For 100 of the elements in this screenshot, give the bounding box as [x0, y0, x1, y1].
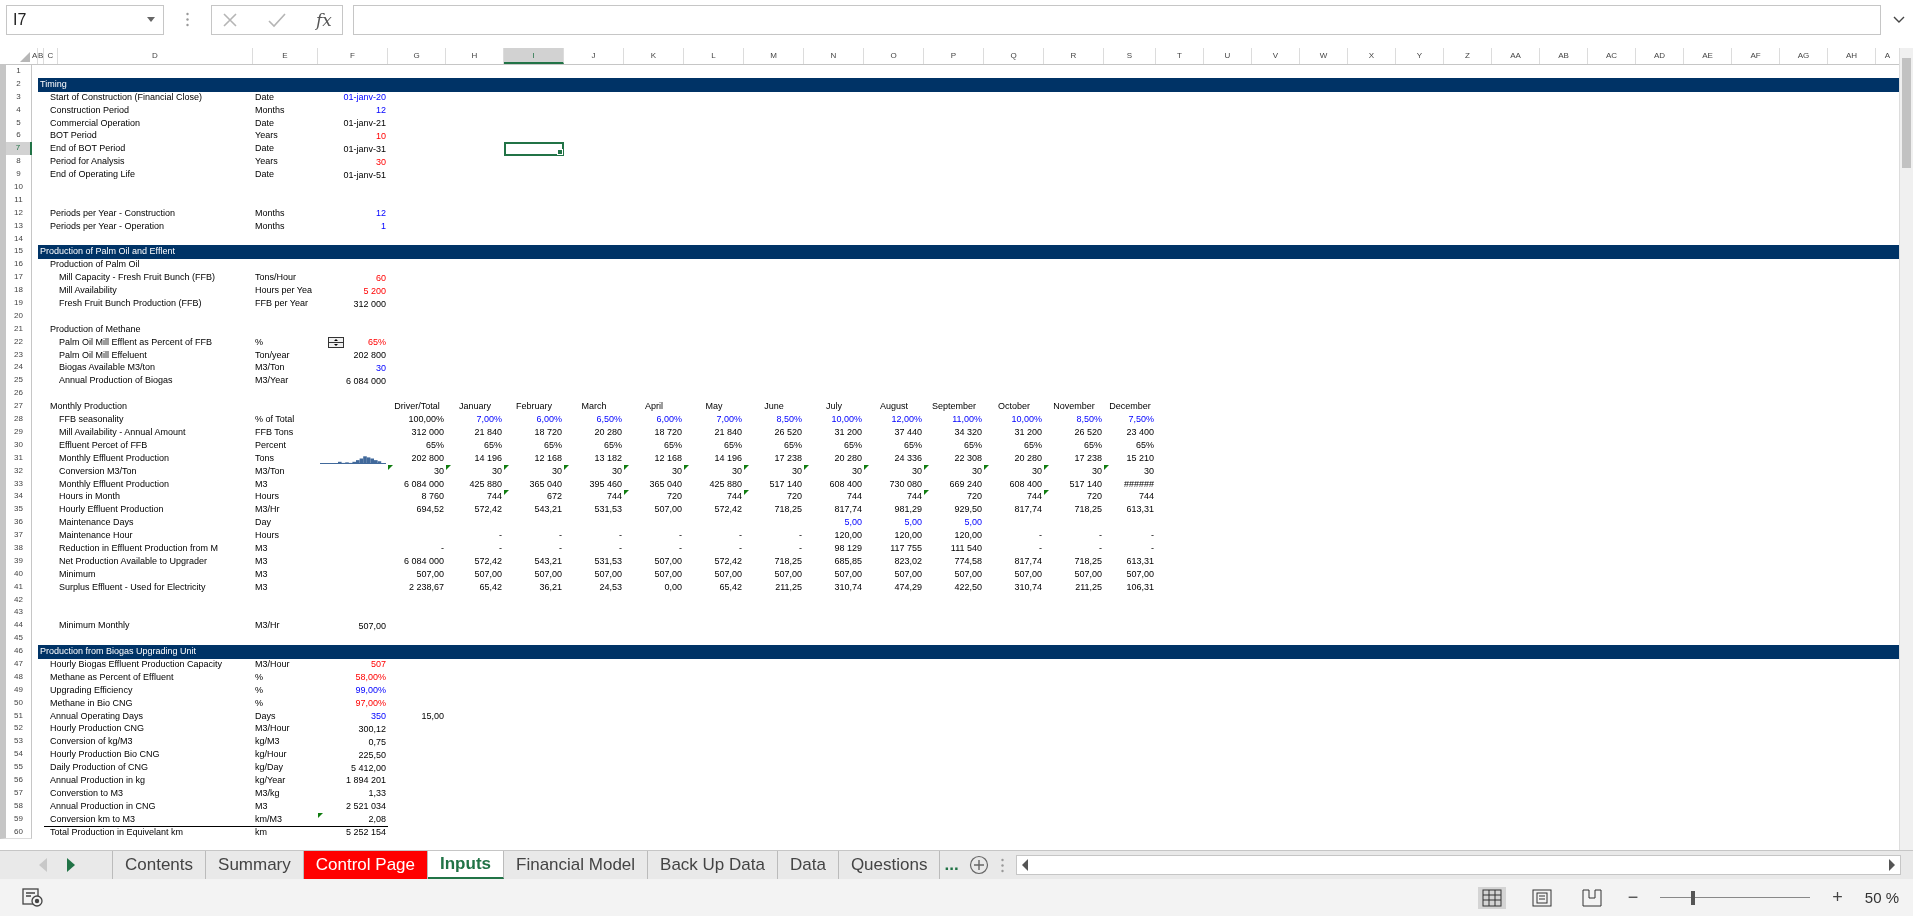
row-header[interactable]: 46: [0, 645, 32, 659]
row-header[interactable]: 1: [0, 65, 32, 79]
row-header[interactable]: 35: [0, 503, 32, 518]
column-header[interactable]: Z: [1444, 48, 1492, 64]
column-header[interactable]: A: [32, 48, 38, 64]
scroll-left-icon[interactable]: [1020, 859, 1029, 871]
scroll-right-icon[interactable]: [1888, 859, 1896, 871]
column-header[interactable]: I: [504, 48, 564, 64]
row-header[interactable]: 54: [0, 748, 32, 763]
vertical-scrollbar[interactable]: [1899, 48, 1913, 850]
row-header[interactable]: 28: [0, 413, 32, 427]
column-header[interactable]: T: [1156, 48, 1204, 64]
more-tabs-button[interactable]: ...: [944, 855, 959, 875]
value-text: 01-janv-21: [343, 117, 386, 130]
zoom-in-button[interactable]: +: [1832, 887, 1843, 908]
spin-button-icon[interactable]: [328, 337, 344, 349]
zoom-out-button[interactable]: −: [1627, 887, 1639, 908]
unit-label: M3/kg: [254, 786, 281, 800]
column-header[interactable]: AF: [1732, 48, 1780, 64]
row-header[interactable]: 34: [0, 490, 32, 505]
drag-handle-icon[interactable]: [1000, 857, 1004, 873]
column-header[interactable]: R: [1044, 48, 1104, 64]
column-header[interactable]: AH: [1828, 48, 1876, 64]
column-header[interactable]: M: [744, 48, 804, 64]
column-header[interactable]: AC: [1588, 48, 1636, 64]
row-header[interactable]: 52: [0, 722, 32, 737]
column-header[interactable]: O: [864, 48, 924, 64]
sheet-tab[interactable]: Inputs: [428, 851, 504, 879]
row-header[interactable]: 25: [0, 374, 32, 389]
value-text: 823,02: [894, 554, 922, 568]
column-header[interactable]: J: [564, 48, 624, 64]
column-header[interactable]: B: [38, 48, 44, 64]
column-header[interactable]: P: [924, 48, 984, 64]
row-header[interactable]: 8: [0, 155, 32, 170]
chevron-down-icon[interactable]: [1893, 15, 1905, 24]
row-header[interactable]: 43: [0, 606, 32, 621]
zoom-slider[interactable]: [1660, 889, 1811, 906]
row-header[interactable]: 7: [0, 142, 32, 157]
column-header[interactable]: D: [58, 48, 253, 64]
value-text: 507,00: [1126, 567, 1154, 581]
column-header[interactable]: K: [624, 48, 684, 64]
column-header[interactable]: Q: [984, 48, 1044, 64]
value-text: 30: [434, 464, 444, 478]
formula-input[interactable]: [352, 4, 1881, 35]
column-header[interactable]: V: [1252, 48, 1300, 64]
name-box[interactable]: I7: [6, 4, 164, 35]
row-label: Total Production in Equivelant km: [49, 825, 185, 839]
column-header[interactable]: U: [1204, 48, 1252, 64]
row-header[interactable]: 36: [0, 516, 32, 531]
row-header[interactable]: 24: [0, 361, 32, 376]
column-header[interactable]: L: [684, 48, 744, 64]
normal-view-button[interactable]: [1477, 886, 1506, 909]
value-text: 817,74: [1014, 554, 1042, 568]
row-header[interactable]: 26: [0, 387, 32, 402]
next-sheet-icon[interactable]: [66, 858, 76, 872]
row-header[interactable]: 15: [0, 245, 32, 260]
column-header[interactable]: S: [1104, 48, 1156, 64]
row-header[interactable]: 19: [0, 297, 32, 311]
sheet-tab[interactable]: Control Page: [303, 851, 428, 879]
zoom-slider-thumb[interactable]: [1691, 890, 1696, 905]
cell-selection-frame[interactable]: [504, 142, 564, 157]
column-header[interactable]: X: [1348, 48, 1396, 64]
column-header[interactable]: AA: [1492, 48, 1540, 64]
drag-handle-icon[interactable]: [186, 12, 189, 27]
row-header[interactable]: 55: [0, 761, 32, 775]
value-text: 744: [906, 490, 922, 504]
value-text: -: [679, 529, 682, 543]
column-header[interactable]: AG: [1780, 48, 1828, 64]
column-header[interactable]: E: [253, 48, 318, 64]
value-text: 744: [846, 490, 862, 504]
row-header[interactable]: 44: [0, 619, 32, 634]
add-sheet-icon[interactable]: [968, 855, 989, 875]
zoom-level[interactable]: 50 %: [1864, 889, 1899, 906]
row-header[interactable]: 16: [0, 258, 32, 273]
check-icon[interactable]: [268, 11, 286, 28]
column-header[interactable]: Y: [1396, 48, 1444, 64]
column-header[interactable]: AB: [1540, 48, 1588, 64]
column-header[interactable]: W: [1300, 48, 1348, 64]
row-header[interactable]: 37: [0, 529, 32, 543]
column-header[interactable]: C: [44, 48, 58, 64]
macro-record-icon[interactable]: [22, 887, 44, 908]
value-text: 507,00: [654, 567, 682, 581]
row-header[interactable]: 10: [0, 181, 32, 195]
column-header[interactable]: G: [388, 48, 446, 64]
value-text: -: [799, 541, 802, 555]
row-header[interactable]: 27: [0, 400, 32, 415]
row-header[interactable]: 45: [0, 632, 32, 647]
column-header[interactable]: N: [804, 48, 864, 64]
section-header: Production from Biogas Upgrading Unit: [38, 645, 1899, 659]
insert-function-button[interactable]: fx: [316, 9, 332, 30]
value-text: 30: [972, 464, 982, 478]
horizontal-scrollbar[interactable]: [1015, 855, 1901, 875]
row-header[interactable]: 53: [0, 735, 32, 750]
row-header[interactable]: 9: [0, 168, 32, 183]
row-header[interactable]: 18: [0, 284, 32, 299]
column-header[interactable]: F: [318, 48, 388, 64]
row-header[interactable]: 17: [0, 271, 32, 286]
column-header[interactable]: AD: [1636, 48, 1684, 64]
row-header[interactable]: 6: [0, 129, 32, 144]
column-header[interactable]: AE: [1684, 48, 1732, 64]
